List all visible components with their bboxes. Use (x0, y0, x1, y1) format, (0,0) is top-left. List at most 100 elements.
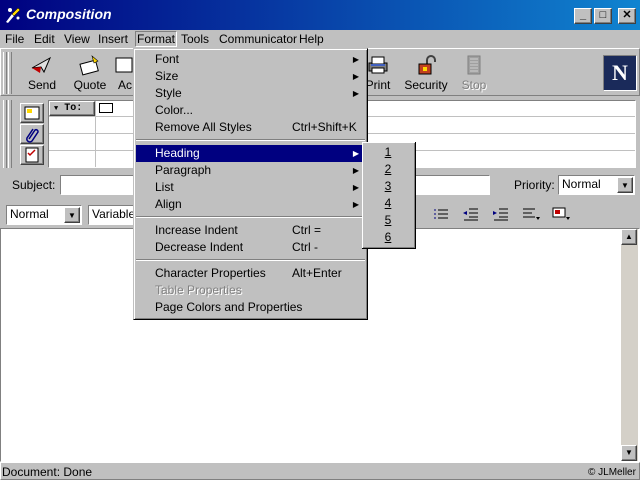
dropdown-arrow-icon[interactable]: ▼ (64, 207, 80, 223)
to-dropdown[interactable]: ▼ To: (49, 101, 95, 116)
menu-item-label: List (155, 180, 174, 194)
menu-item-align[interactable]: Align ▶ (136, 196, 365, 213)
send-label: Send (27, 78, 57, 92)
insert-object-icon[interactable] (550, 205, 572, 223)
checklist-icon (25, 147, 39, 163)
options-tab-button[interactable] (20, 145, 44, 165)
menu-item-label: Decrease Indent (155, 240, 244, 254)
menu-help[interactable]: Help (298, 32, 325, 48)
address-icon (115, 57, 133, 73)
submenu-arrow-icon: ▶ (352, 55, 359, 64)
stop-button[interactable]: Stop (450, 52, 498, 94)
font-value: Variable (92, 207, 136, 221)
menu-item-size[interactable]: Size ▶ (136, 68, 365, 85)
toolbar-grip[interactable] (8, 52, 12, 94)
menu-communicator[interactable]: Communicator (218, 32, 298, 48)
submenu-arrow-icon: ▶ (352, 89, 359, 98)
menu-item-label: Remove All Styles (155, 120, 252, 134)
subject-label: Subject: (12, 178, 56, 192)
quote-icon (79, 55, 99, 76)
window-title: Composition (26, 6, 112, 22)
menu-item-label: Table Properties (155, 283, 242, 297)
menu-item-label: Font (155, 52, 180, 66)
submenu-arrow-icon: ▶ (352, 166, 359, 175)
close-button[interactable]: ✕ (618, 8, 636, 24)
menu-separator (136, 216, 365, 218)
priority-select[interactable]: Normal ▼ (558, 175, 635, 195)
security-button[interactable]: Security (402, 52, 450, 94)
address-grip[interactable] (3, 100, 7, 168)
menu-edit[interactable]: Edit (33, 32, 56, 48)
attachments-tab-button[interactable] (20, 124, 44, 144)
address-card-icon (99, 103, 113, 113)
menu-item-shortcut: Alt+Enter (292, 266, 342, 280)
alignment-icon[interactable] (520, 205, 542, 223)
numbered-list-icon[interactable] (430, 205, 452, 223)
menu-item-list[interactable]: List ▶ (136, 179, 365, 196)
address-button[interactable]: Ac (112, 52, 134, 94)
address-card-icon (24, 106, 40, 120)
status-bar (0, 462, 640, 480)
menu-item-decrease-indent[interactable]: Decrease Indent Ctrl - (136, 239, 365, 256)
menu-insert[interactable]: Insert (97, 32, 129, 48)
dropdown-arrow-icon[interactable]: ▼ (617, 177, 633, 193)
svg-text:N: N (612, 60, 628, 85)
address-tab-button[interactable] (20, 103, 44, 123)
menu-item-page-colors[interactable]: Page Colors and Properties (136, 299, 365, 316)
title-bar[interactable]: Composition _ □ ✕ (0, 0, 640, 30)
heading-1-item[interactable]: 1 (364, 144, 412, 161)
menu-item-character-properties[interactable]: Character Properties Alt+Enter (136, 265, 365, 282)
quote-button[interactable]: Quote (66, 52, 114, 94)
menu-item-font[interactable]: Font ▶ (136, 51, 365, 68)
close-icon: ✕ (622, 9, 632, 21)
vertical-scrollbar[interactable]: ▲ ▼ (621, 229, 638, 461)
stop-icon (467, 55, 481, 75)
send-button[interactable]: Send (18, 52, 66, 94)
menu-view[interactable]: View (63, 32, 91, 48)
menu-item-label: Style (155, 86, 182, 100)
menu-item-label: Paragraph (155, 163, 212, 177)
maximize-button[interactable]: □ (594, 8, 612, 24)
minimize-button[interactable]: _ (574, 8, 592, 24)
menu-item-heading[interactable]: Heading ▶ (136, 145, 365, 162)
heading-6-item[interactable]: 6 (364, 229, 412, 246)
menu-item-increase-indent[interactable]: Increase Indent Ctrl = (136, 222, 365, 239)
menu-item-paragraph[interactable]: Paragraph ▶ (136, 162, 365, 179)
netscape-n-icon: N (604, 56, 636, 90)
decrease-indent-icon[interactable] (460, 205, 482, 223)
scroll-up-icon[interactable]: ▲ (621, 229, 637, 245)
address-label: Ac (118, 78, 133, 92)
toolbar-grip[interactable] (3, 52, 7, 94)
heading-5-item[interactable]: 5 (364, 212, 412, 229)
menu-item-shortcut: Ctrl+Shift+K (292, 120, 357, 134)
copyright-text: © JLMeller (588, 467, 636, 478)
menu-item-style[interactable]: Style ▶ (136, 85, 365, 102)
send-icon (31, 56, 52, 74)
netscape-logo[interactable]: N (603, 55, 637, 91)
increase-indent-icon[interactable] (490, 205, 512, 223)
menu-bar: File Edit View Insert Format Tools Commu… (0, 30, 640, 48)
heading-2-item[interactable]: 2 (364, 161, 412, 178)
heading-4-item[interactable]: 4 (364, 195, 412, 212)
paragraph-style-value: Normal (10, 207, 49, 221)
font-select[interactable]: Variable (88, 205, 138, 225)
heading-submenu: 1 2 3 4 5 6 (362, 142, 416, 249)
menu-item-label: Size (155, 69, 179, 83)
menu-format[interactable]: Format (135, 31, 178, 47)
menu-file[interactable]: File (4, 32, 25, 48)
menu-item-color[interactable]: Color... (136, 102, 365, 119)
submenu-arrow-icon: ▶ (352, 200, 359, 209)
heading-3-item[interactable]: 3 (364, 178, 412, 195)
priority-label: Priority: (514, 178, 555, 192)
format-menu: Font ▶ Size ▶ Style ▶ Color... Remove All S… (133, 48, 368, 320)
submenu-arrow-icon: ▶ (352, 72, 359, 81)
status-text: Document: Done (2, 465, 93, 479)
submenu-arrow-icon: ▶ (352, 183, 359, 192)
menu-item-remove-all-styles[interactable]: Remove All Styles Ctrl+Shift+K (136, 119, 365, 136)
menu-tools[interactable]: Tools (180, 32, 210, 48)
menu-item-label: Page Colors and Properties (155, 300, 303, 314)
paragraph-style-select[interactable]: Normal ▼ (6, 205, 82, 225)
scroll-down-icon[interactable]: ▼ (621, 445, 637, 461)
address-grip[interactable] (8, 100, 12, 168)
stop-label: Stop (461, 78, 487, 92)
